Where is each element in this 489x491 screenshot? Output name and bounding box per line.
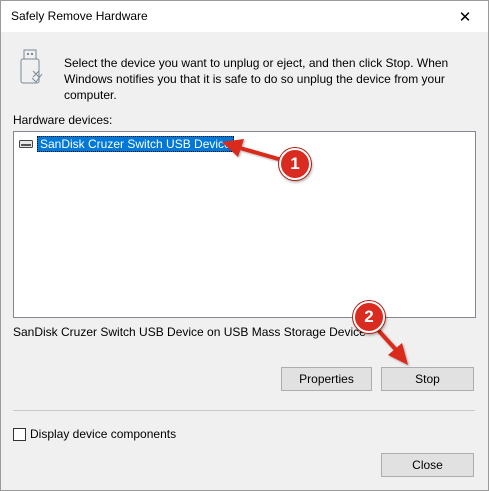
step-1-badge: 1	[279, 148, 311, 180]
close-icon: ✕	[458, 7, 472, 26]
usb-drive-icon	[20, 49, 43, 84]
display-components-checkbox[interactable]	[13, 427, 26, 441]
title-bar: Safely Remove Hardware ✕	[1, 1, 488, 32]
hardware-devices-label: Hardware devices:	[13, 113, 113, 127]
hardware-devices-list[interactable]: SanDisk Cruzer Switch USB Device	[13, 131, 476, 318]
properties-button[interactable]: Properties	[281, 367, 372, 391]
removable-drive-icon	[18, 136, 34, 152]
display-components-option[interactable]: Display device components	[13, 427, 176, 441]
selected-device-description: SanDisk Cruzer Switch USB Device on USB …	[13, 325, 366, 339]
stop-button[interactable]: Stop	[381, 367, 474, 391]
list-item[interactable]: SanDisk Cruzer Switch USB Device	[18, 135, 234, 152]
safely-remove-hardware-dialog: Safely Remove Hardware ✕ Select the devi…	[0, 0, 489, 491]
device-item-label: SanDisk Cruzer Switch USB Device	[37, 135, 234, 152]
close-window-button[interactable]: ✕	[442, 1, 488, 32]
display-components-label: Display device components	[30, 427, 177, 441]
window-title: Safely Remove Hardware	[11, 9, 148, 23]
instructions-text: Select the device you want to unplug or …	[64, 56, 449, 102]
step-2-badge: 2	[353, 301, 385, 333]
divider	[13, 410, 475, 411]
close-button[interactable]: Close	[381, 453, 474, 477]
